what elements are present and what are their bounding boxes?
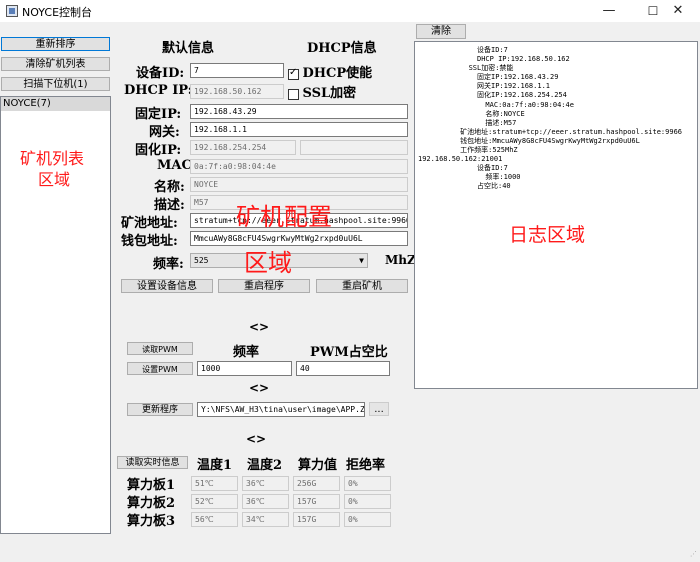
dhcp-enable-check-icon[interactable] xyxy=(288,67,299,80)
header-reject-rate: 拒绝率 xyxy=(346,458,386,473)
ssl-checkbox[interactable]: SSL加密 xyxy=(288,82,356,101)
log-line: 占空比:40 xyxy=(418,182,511,191)
board1-hashrate: 256G xyxy=(293,476,340,491)
board3-temp1: 56℃ xyxy=(191,512,238,527)
log-line: SSL加密:禁能 xyxy=(418,64,514,73)
board2-label: 算力板2 xyxy=(127,496,176,511)
gateway-input[interactable]: 192.168.1.1 xyxy=(190,122,408,137)
board2-temp2: 36℃ xyxy=(242,494,289,509)
board3-hashrate: 157G xyxy=(293,512,340,527)
log-line: 固化IP:192.168.254.254 xyxy=(418,91,567,100)
set-pwm-button[interactable]: 设置PWM xyxy=(127,362,193,375)
restart-miner-button[interactable]: 重启矿机 xyxy=(316,279,408,293)
pool-label: 矿池地址: xyxy=(121,216,178,231)
close-button[interactable]: ✕ xyxy=(656,0,700,22)
board2-hashrate: 157G xyxy=(293,494,340,509)
ssl-label: SSL加密 xyxy=(302,86,357,101)
log-line: 钱包地址:MmcuAWy8G8cFU4SwgrKwyMtWg2rxpd0uU6L xyxy=(418,136,640,145)
fixed-ip-input[interactable]: 192.168.43.29 xyxy=(190,104,408,119)
resize-grip-icon[interactable]: ⋰ xyxy=(690,551,698,560)
log-line: DHCP IP:192.168.50.162 xyxy=(418,55,570,64)
scan-miners-button[interactable]: 扫描下位机(1) xyxy=(1,77,110,91)
board2-temp1: 52℃ xyxy=(191,494,238,509)
clear-miner-list-button[interactable]: 清除矿机列表 xyxy=(1,57,110,71)
header-temp2: 温度2 xyxy=(247,458,283,473)
window-title: NOYCE控制台 xyxy=(22,6,93,19)
device-id-input[interactable]: 7 xyxy=(190,63,284,78)
pwm-duty-header: PWM占空比 xyxy=(310,345,388,360)
log-line: 固定IP:192.168.43.29 xyxy=(418,73,559,82)
freq-unit-label: MhZ xyxy=(385,253,416,267)
dhcp-info-header: DHCP信息 xyxy=(307,41,377,56)
browse-button[interactable]: ... xyxy=(369,402,389,416)
dhcp-enable-label: DHCP使能 xyxy=(302,66,373,81)
solid-ip-label: 固化IP: xyxy=(135,143,182,158)
name-label: 名称: xyxy=(154,180,185,195)
board3-label: 算力板3 xyxy=(127,514,176,529)
set-device-info-button[interactable]: 设置设备信息 xyxy=(121,279,213,293)
freq-label: 频率: xyxy=(153,257,184,272)
app-icon xyxy=(6,5,18,17)
board3-reject: 0% xyxy=(344,512,391,527)
clear-log-button[interactable]: 清除 xyxy=(416,24,466,39)
update-program-button[interactable]: 更新程序 xyxy=(127,403,193,416)
board2-reject: 0% xyxy=(344,494,391,509)
miner-list-area-label-2: 区域 xyxy=(38,170,71,189)
solid-ip-extra-field xyxy=(300,140,408,155)
freq-value: 525 xyxy=(194,256,209,265)
log-line: 工作频率:525MhZ xyxy=(418,146,518,155)
collapse-pwm-icon[interactable]: <> xyxy=(249,320,269,334)
collapse-realtime-icon[interactable]: <> xyxy=(246,432,266,446)
board1-reject: 0% xyxy=(344,476,391,491)
header-temp1: 温度1 xyxy=(197,458,233,473)
log-line: 设备ID:7 xyxy=(418,164,508,173)
pwm-freq-input[interactable]: 1000 xyxy=(197,361,292,376)
board3-temp2: 34℃ xyxy=(242,512,289,527)
log-lines: 设备ID:7 DHCP IP:192.168.50.162 SSL加密:禁能 固… xyxy=(415,42,697,192)
log-line: 描述:M57 xyxy=(418,118,517,127)
name-field: NOYCE xyxy=(190,177,408,192)
log-line: MAC:0a:7f:a0:98:04:4e xyxy=(418,100,574,109)
wallet-label: 钱包地址: xyxy=(121,234,178,249)
pwm-duty-input[interactable]: 40 xyxy=(296,361,390,376)
header-hashrate: 算力值 xyxy=(298,458,338,473)
log-panel[interactable]: 设备ID:7 DHCP IP:192.168.50.162 SSL加密:禁能 固… xyxy=(414,41,698,389)
chevron-down-icon: ▼ xyxy=(359,256,364,265)
dhcp-enable-checkbox[interactable]: DHCP使能 xyxy=(288,62,372,81)
config-area-label-2: 区域 xyxy=(244,249,292,277)
config-area-label: 矿机配置 xyxy=(236,203,332,231)
pwm-freq-header: 频率 xyxy=(233,345,260,360)
dhcp-ip-label: DHCP IP: xyxy=(124,83,193,98)
reorder-button[interactable]: 重新排序 xyxy=(1,37,110,51)
dhcp-ip-field: 192.168.50.162 xyxy=(190,84,284,99)
ssl-check-icon[interactable] xyxy=(288,88,299,100)
board1-temp2: 36℃ xyxy=(242,476,289,491)
collapse-update-icon[interactable]: <> xyxy=(249,381,269,395)
log-line: 矿池地址:stratum+tcp://eeer.stratum.hashpool… xyxy=(418,127,683,136)
fixed-ip-label: 固定IP: xyxy=(135,107,182,122)
log-line: 名称:NOYCE xyxy=(418,109,525,118)
gateway-label: 网关: xyxy=(149,125,180,140)
board1-temp1: 51℃ xyxy=(191,476,238,491)
mac-field: 0a:7f:a0:98:04:4e xyxy=(190,159,408,174)
solid-ip-field: 192.168.254.254 xyxy=(190,140,296,155)
minimize-button[interactable]: — xyxy=(587,0,631,22)
update-path-input[interactable]: Y:\NFS\AW_H3\tina\user\image\APP.ZT xyxy=(197,402,365,417)
board1-label: 算力板1 xyxy=(127,478,176,493)
log-line: 设备ID:7 xyxy=(418,46,508,54)
log-area-label: 日志区域 xyxy=(509,224,586,246)
desc-label: 描述: xyxy=(154,198,185,213)
restart-program-button[interactable]: 重启程序 xyxy=(218,279,310,293)
log-line: 192.168.50.162:21001 xyxy=(418,155,503,164)
miner-list-item[interactable]: NOYCE(7) xyxy=(1,97,110,111)
read-pwm-button[interactable]: 读取PWM xyxy=(127,342,193,355)
default-info-header: 默认信息 xyxy=(162,41,215,56)
read-realtime-button[interactable]: 读取实时信息 xyxy=(117,456,188,469)
wallet-input[interactable]: MmcuAWy8G8cFU4SwgrKwyMtWg2rxpd0uU6L xyxy=(190,231,408,246)
device-id-label: 设备ID: xyxy=(136,66,185,81)
